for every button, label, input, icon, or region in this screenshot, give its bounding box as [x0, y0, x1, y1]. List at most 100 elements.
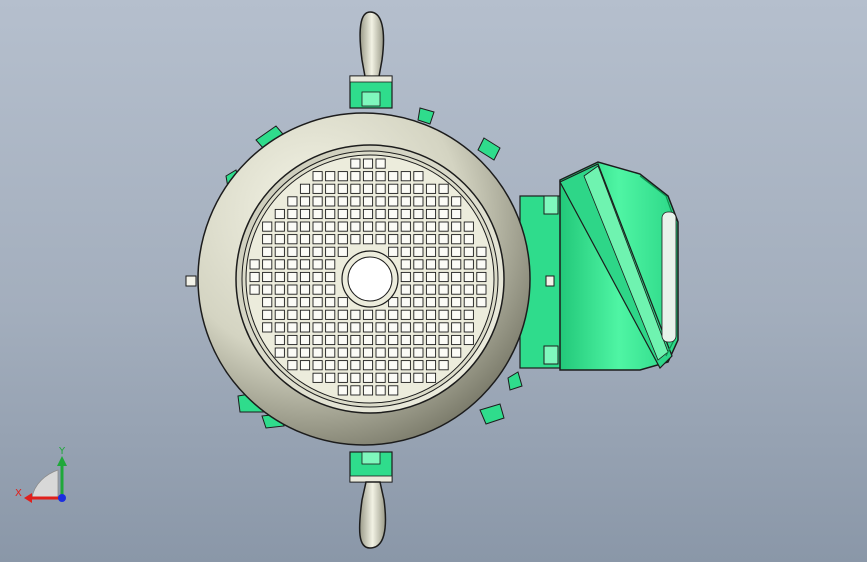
grille-opening [287, 334, 298, 346]
grille-opening [350, 234, 361, 245]
grille-opening [312, 246, 323, 257]
grille-opening [362, 234, 374, 245]
grille-opening [451, 309, 462, 320]
grille-opening [388, 372, 399, 383]
grille-opening [413, 334, 424, 346]
grille-opening [249, 271, 260, 283]
grille-opening [413, 309, 424, 320]
coordinate-triad: Y X [15, 446, 67, 503]
grille-opening [350, 196, 361, 207]
motor-model-view[interactable]: Y X [0, 0, 867, 562]
grille-opening [451, 271, 462, 283]
grille-opening [413, 360, 424, 371]
grille-opening [312, 372, 323, 383]
grille-opening [413, 297, 424, 308]
terminal-box[interactable] [519, 161, 679, 371]
grille-opening [337, 196, 348, 207]
grille-opening [312, 297, 323, 308]
grille-opening [337, 297, 348, 308]
grille-opening [375, 158, 386, 169]
grille-opening [375, 360, 386, 371]
grille-opening [438, 183, 449, 194]
grille-opening [388, 183, 399, 194]
grille-opening [312, 171, 323, 182]
grille-opening [287, 347, 298, 358]
grille-opening [438, 246, 449, 257]
grille-opening [463, 234, 474, 245]
grille-opening [249, 284, 260, 295]
grille-opening [362, 309, 374, 320]
grille-opening [375, 208, 386, 220]
grille-opening [400, 347, 411, 358]
grille-opening [337, 309, 348, 320]
grille-opening [375, 372, 386, 383]
grille-opening [438, 271, 449, 283]
grille-opening [287, 284, 298, 295]
grille-opening [400, 360, 411, 371]
grille-opening [262, 271, 273, 283]
grille-opening [325, 246, 336, 257]
grille-opening [312, 208, 323, 220]
grille-opening [388, 334, 399, 346]
grille-opening [375, 347, 386, 358]
grille-opening [312, 309, 323, 320]
grille-opening [274, 208, 285, 220]
grille-opening [262, 284, 273, 295]
grille-opening [325, 284, 336, 295]
grille-opening [350, 334, 361, 346]
grille-opening [400, 259, 411, 270]
y-axis-label: Y [58, 446, 66, 457]
grille-opening [274, 322, 285, 333]
grille-opening [413, 246, 424, 257]
top-lifting-eye[interactable] [349, 11, 393, 109]
grille-opening [325, 334, 336, 346]
motor-housing[interactable] [197, 112, 531, 446]
grille-opening [287, 221, 298, 232]
grille-opening [362, 208, 374, 220]
grille-opening [438, 208, 449, 220]
grille-opening [438, 284, 449, 295]
grille-opening [413, 234, 424, 245]
grille-opening [312, 259, 323, 270]
grille-opening [362, 221, 374, 232]
grille-opening [325, 309, 336, 320]
grille-opening [287, 309, 298, 320]
grille-opening [325, 271, 336, 283]
grille-opening [350, 208, 361, 220]
grille-opening [362, 171, 374, 182]
grille-opening [438, 347, 449, 358]
grille-opening [375, 221, 386, 232]
grille-opening [425, 234, 437, 245]
grille-opening [350, 171, 361, 182]
grille-opening [425, 372, 437, 383]
grille-opening [413, 171, 424, 182]
grille-opening [388, 208, 399, 220]
grille-opening [325, 234, 336, 245]
grille-opening [463, 309, 474, 320]
grille-opening [413, 221, 424, 232]
grille-opening [438, 234, 449, 245]
grille-opening [388, 309, 399, 320]
grille-opening [438, 360, 449, 371]
grille-opening [274, 334, 285, 346]
grille-opening [451, 284, 462, 295]
grille-opening [425, 196, 437, 207]
grille-opening [337, 372, 348, 383]
bottom-lifting-eye[interactable] [349, 451, 393, 549]
x-axis-label: X [15, 488, 22, 499]
grille-opening [362, 360, 374, 371]
grille-opening [362, 183, 374, 194]
grille-opening [262, 234, 273, 245]
grille-opening [400, 208, 411, 220]
grille-opening [337, 322, 348, 333]
grille-opening [337, 221, 348, 232]
grille-opening [274, 234, 285, 245]
grille-opening [400, 309, 411, 320]
grille-opening [312, 347, 323, 358]
grille-opening [463, 271, 474, 283]
cad-viewport[interactable]: Y X [0, 0, 867, 562]
grille-opening [375, 385, 386, 396]
grille-opening [274, 246, 285, 257]
grille-opening [400, 372, 411, 383]
grille-opening [325, 322, 336, 333]
